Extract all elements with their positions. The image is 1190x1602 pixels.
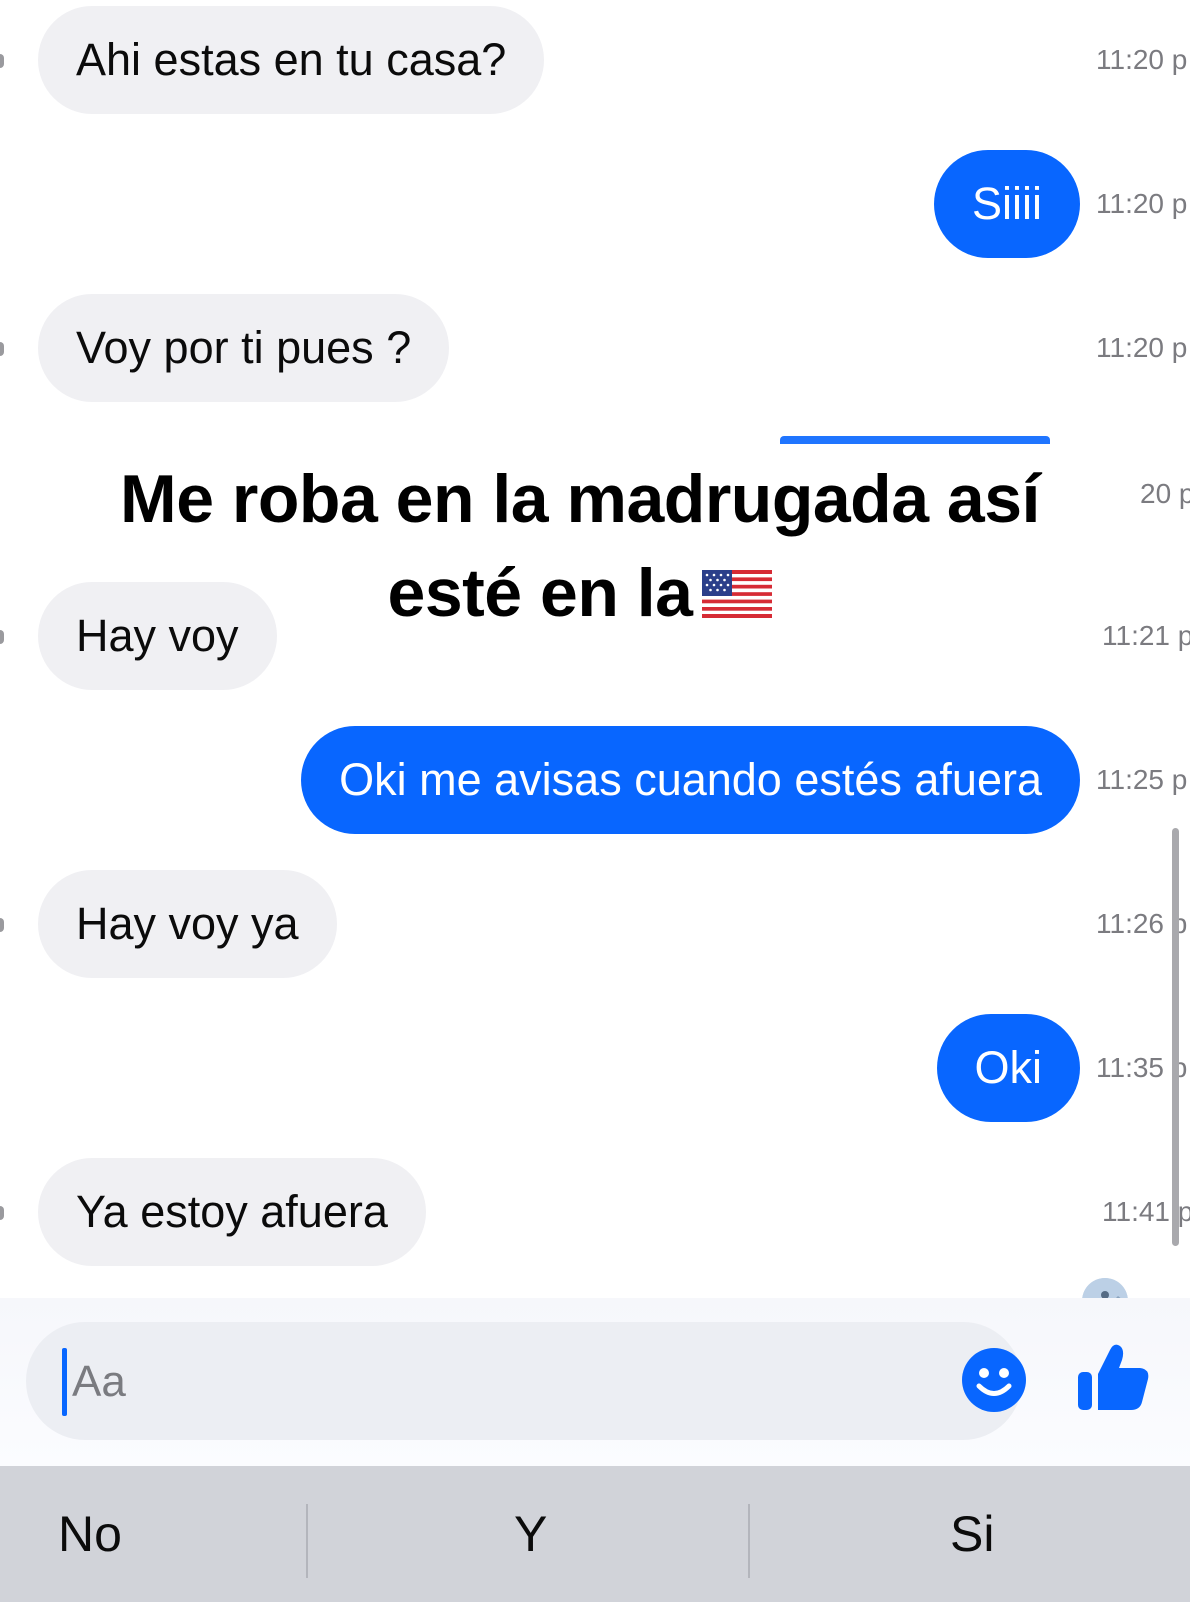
message-thread[interactable]: Ahi estas en tu casa? 11:20 p Siiii 11:2… [0,0,1190,1300]
keyboard-suggestion[interactable]: Y [514,1466,547,1602]
outgoing-message-bubble[interactable]: Oki me avisas cuando estés afuera [301,726,1080,834]
keyboard-suggestion-bar: No Y Si [0,1466,1190,1602]
message-row: Oki me avisas cuando estés afuera 11:25 … [0,726,1190,834]
keyboard-suggestion[interactable]: Si [950,1466,994,1602]
message-timestamp-partial: 20 p [1140,478,1190,509]
caption-line-1: Me roba en la madrugada así [120,461,1040,537]
outgoing-message-bubble[interactable]: Oki [936,1014,1080,1122]
sender-avatar-edge [0,1206,4,1220]
message-row: Ya estoy afuera 11:41 p [0,1158,1190,1266]
suggestion-divider [748,1504,750,1578]
scrollbar[interactable] [1172,828,1179,1246]
message-timestamp: 11:20 p [1096,332,1188,363]
keyboard-suggestion[interactable]: No [58,1466,122,1602]
chat-screen: Ahi estas en tu casa? 11:20 p Siiii 11:2… [0,0,1190,1602]
message-timestamp: 11:21 p [1102,620,1190,651]
incoming-message-bubble[interactable]: Hay voy ya [38,870,337,978]
caption-line-2-text: esté en la [387,555,693,631]
us-flag-icon [702,548,773,642]
message-input[interactable]: Aa [26,1322,1026,1440]
read-receipt-avatar [1082,1278,1128,1300]
sender-avatar-edge [0,54,4,68]
text-cursor [62,1348,67,1416]
message-composer: Aa [0,1298,1190,1466]
incoming-message-bubble[interactable]: Ya estoy afuera [38,1158,426,1266]
message-timestamp: 11:25 p [1096,764,1188,795]
message-row: Ahi estas en tu casa? 11:20 p [0,6,1190,114]
caption-line-2: esté en la [80,546,1080,642]
thumbs-up-icon[interactable] [1074,1338,1152,1416]
message-row: Oki 11:35 p [0,1014,1190,1122]
sender-avatar-edge [0,630,4,644]
caption-overlay: Me roba en la madrugada así esté en la [80,452,1080,642]
message-row: Voy por ti pues ? 11:20 p [0,294,1190,402]
sender-avatar-edge [0,918,4,932]
message-row: Siiii 11:20 p [0,150,1190,258]
incoming-message-bubble[interactable]: Ahi estas en tu casa? [38,6,545,114]
sender-avatar-edge [0,342,4,356]
message-row: Hay voy ya 11:26 p [0,870,1190,978]
message-timestamp: 11:20 p [1096,44,1188,75]
message-timestamp: 11:20 p [1096,188,1188,219]
incoming-message-bubble[interactable]: Voy por ti pues ? [38,294,450,402]
suggestion-divider [306,1504,308,1578]
smiley-icon[interactable] [960,1346,1028,1414]
message-input-placeholder: Aa [72,1357,126,1406]
obscured-outgoing-bubble [780,436,1050,444]
outgoing-message-bubble[interactable]: Siiii [933,150,1080,258]
